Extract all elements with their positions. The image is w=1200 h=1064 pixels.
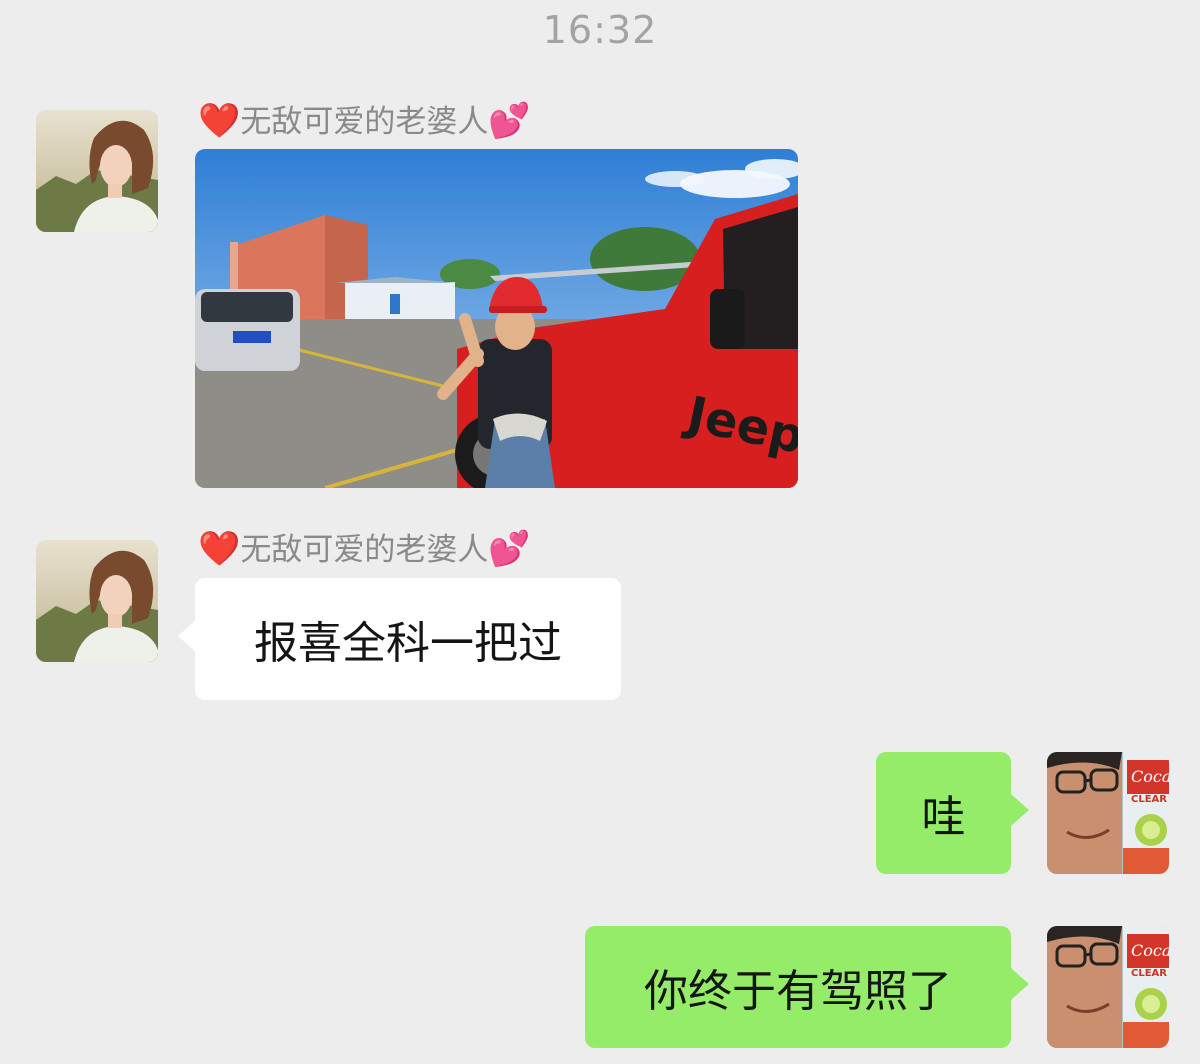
two-hearts-emoji: 💕	[488, 529, 531, 569]
image-message[interactable]: Jeep	[195, 149, 798, 488]
bubble-tail	[1011, 794, 1029, 826]
self-avatar[interactable]: Coca CLEAR LIM	[1047, 752, 1169, 874]
message-bubble-sent[interactable]: 你终于有驾照了	[585, 926, 1011, 1048]
self-avatar[interactable]: Coca CLEAR LIM	[1047, 926, 1169, 1048]
red-heart-emoji: ❤️	[198, 101, 241, 141]
message-bubble-received[interactable]: 报喜全科一把过	[195, 578, 621, 700]
svg-text:Coca: Coca	[1131, 767, 1169, 786]
sender-name-text: 无敌可爱的老婆人	[240, 104, 489, 140]
contact-avatar[interactable]	[36, 110, 158, 232]
message-timestamp: 16:32	[542, 8, 658, 52]
two-hearts-emoji: 💕	[488, 101, 531, 141]
contact-avatar[interactable]	[36, 540, 158, 662]
message-text: 报喜全科一把过	[254, 618, 562, 669]
svg-text:CLEAR LIM: CLEAR LIM	[1131, 968, 1169, 979]
red-heart-emoji: ❤️	[198, 529, 241, 569]
bubble-tail	[1011, 968, 1029, 1000]
sender-name: ❤️无敌可爱的老婆人💕	[198, 529, 531, 569]
message-text: 哇	[921, 792, 966, 843]
svg-text:CLEAR LIM: CLEAR LIM	[1131, 794, 1169, 805]
message-text: 你终于有驾照了	[644, 966, 952, 1017]
sender-name-text: 无敌可爱的老婆人	[240, 532, 489, 568]
sender-name: ❤️无敌可爱的老婆人💕	[198, 101, 531, 141]
bubble-tail	[178, 620, 196, 652]
message-bubble-sent[interactable]: 哇	[876, 752, 1011, 874]
svg-text:Coca: Coca	[1131, 941, 1169, 960]
